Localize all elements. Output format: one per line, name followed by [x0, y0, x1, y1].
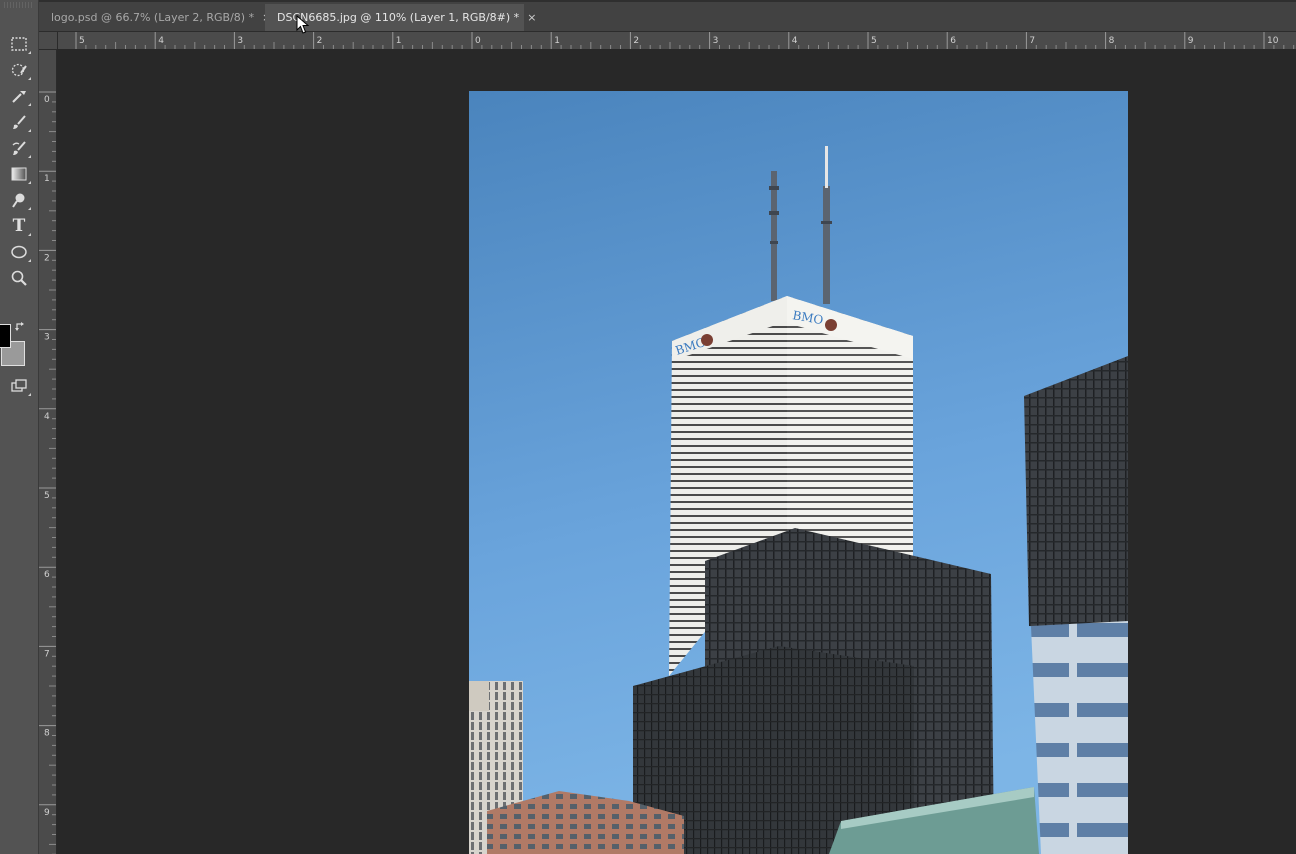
ruler-h-label: 1 [554, 36, 560, 46]
right-glass-building [1031, 621, 1128, 854]
ellipse-icon [11, 245, 27, 259]
rectangular-marquee-icon [11, 37, 27, 51]
history-brush-icon [12, 141, 26, 155]
quick-selection-icon [11, 63, 27, 77]
document-tab-bar: logo.psd @ 66.7% (Layer 2, RGB/8) * × DS… [39, 0, 1296, 32]
swap-colors-icon[interactable] [15, 321, 27, 333]
ruler-h-label: 2 [317, 36, 323, 46]
ruler-h-label: 10 [1267, 36, 1279, 46]
document-tab-logo[interactable]: logo.psd @ 66.7% (Layer 2, RGB/8) * × [39, 4, 271, 31]
tools-panel: T [0, 0, 39, 854]
tab-title: logo.psd @ 66.7% (Layer 2, RGB/8) * [51, 11, 255, 24]
ruler-h-label: 7 [1029, 36, 1035, 46]
ruler-h-label: 0 [475, 36, 481, 46]
horizontal-ruler[interactable]: 5 4 3 2 1 0 1 2 3 4 5 6 7 8 9 10 [39, 32, 1296, 50]
gradient-tool[interactable] [7, 163, 31, 185]
brush-icon [13, 115, 26, 129]
ruler-h-label: 5 [79, 36, 85, 46]
type-tool[interactable]: T [7, 215, 31, 237]
vertical-ruler[interactable]: 0 1 2 3 4 5 6 7 8 9 [39, 49, 57, 854]
ruler-v-label: 8 [44, 729, 50, 739]
ruler-h-label: 8 [1109, 36, 1115, 46]
vertical-ruler-ticks: 0 1 2 3 4 5 6 7 8 9 [39, 91, 56, 854]
ruler-v-label: 7 [44, 649, 50, 659]
foreground-color-swatch[interactable] [0, 324, 11, 348]
ruler-v-label: 3 [44, 333, 50, 343]
dodge-tool[interactable] [7, 189, 31, 211]
horizontal-ruler-ticks: 5 4 3 2 1 0 1 2 3 4 5 6 7 8 9 10 [75, 32, 1295, 49]
ruler-v-label: 9 [44, 808, 50, 818]
ruler-h-label: 3 [713, 36, 719, 46]
history-brush-tool[interactable] [7, 137, 31, 159]
zoom-tool[interactable] [7, 267, 31, 289]
gradient-icon [11, 167, 27, 181]
screen-mode-button[interactable] [7, 375, 31, 397]
brush-tool[interactable] [7, 111, 31, 133]
ruler-v-label: 5 [44, 491, 50, 501]
ruler-origin[interactable] [39, 32, 58, 50]
ruler-h-label: 4 [158, 36, 164, 46]
ruler-h-label: 1 [396, 36, 402, 46]
ellipse-tool[interactable] [7, 241, 31, 263]
ruler-v-label: 0 [44, 95, 50, 105]
document-canvas-photo[interactable]: BMO BMO [469, 91, 1128, 854]
eyedropper-tool[interactable] [7, 85, 31, 107]
ruler-h-label: 3 [237, 36, 243, 46]
ruler-v-label: 4 [44, 412, 50, 422]
ruler-h-label: 4 [792, 36, 798, 46]
ruler-v-label: 1 [44, 174, 50, 184]
dodge-icon [12, 193, 25, 208]
ruler-v-label: 2 [44, 253, 50, 263]
rectangular-marquee-tool[interactable] [7, 33, 31, 55]
quick-selection-tool[interactable] [7, 59, 31, 81]
screen-mode-icon [11, 379, 27, 392]
mouse-cursor-icon [296, 15, 310, 34]
ruler-v-label: 6 [44, 570, 50, 580]
right-dark-building [1024, 356, 1128, 631]
ruler-h-label: 9 [1188, 36, 1194, 46]
ruler-h-label: 2 [633, 36, 639, 46]
tab-title: DSCN6685.jpg @ 110% (Layer 1, RGB/8#) * [277, 11, 520, 24]
type-icon: T [12, 216, 26, 236]
ruler-h-label: 6 [950, 36, 956, 46]
zoom-icon [11, 270, 27, 286]
ruler-h-label: 5 [871, 36, 877, 46]
panel-grip[interactable] [4, 2, 32, 8]
eyedropper-icon [12, 91, 26, 103]
close-icon[interactable]: × [519, 11, 536, 24]
